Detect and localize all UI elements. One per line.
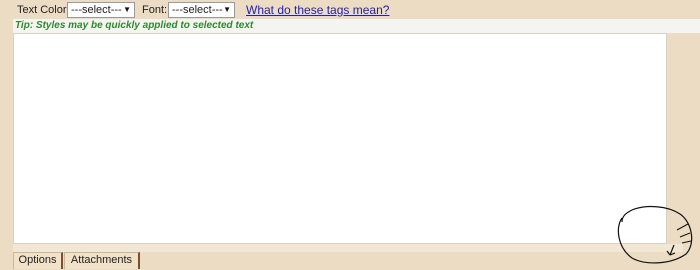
font-label: Font: bbox=[142, 4, 168, 16]
text-color-label: Text Color: bbox=[17, 4, 70, 16]
dropdown-arrow-icon: ▼ bbox=[223, 5, 231, 14]
dropdown-arrow-icon: ▼ bbox=[123, 5, 131, 14]
text-color-select[interactable]: ---select--- ▼ bbox=[67, 2, 135, 18]
tags-help-link[interactable]: What do these tags mean? bbox=[246, 3, 389, 17]
tab-options[interactable]: Options bbox=[13, 252, 63, 269]
font-select[interactable]: ---select--- ▼ bbox=[168, 2, 235, 18]
message-editor[interactable] bbox=[13, 33, 667, 244]
text-color-value: ---select--- bbox=[71, 4, 122, 16]
editor-resize-strip bbox=[13, 244, 683, 252]
font-value: ---select--- bbox=[172, 4, 223, 16]
tip-bar: Tip: Styles may be quickly applied to se… bbox=[13, 19, 700, 33]
tab-attachments[interactable]: Attachments bbox=[64, 252, 140, 269]
format-toolbar: Text Color: ---select--- ▼ Font: ---sele… bbox=[0, 0, 700, 20]
tip-text: Tip: Styles may be quickly applied to se… bbox=[15, 20, 254, 31]
